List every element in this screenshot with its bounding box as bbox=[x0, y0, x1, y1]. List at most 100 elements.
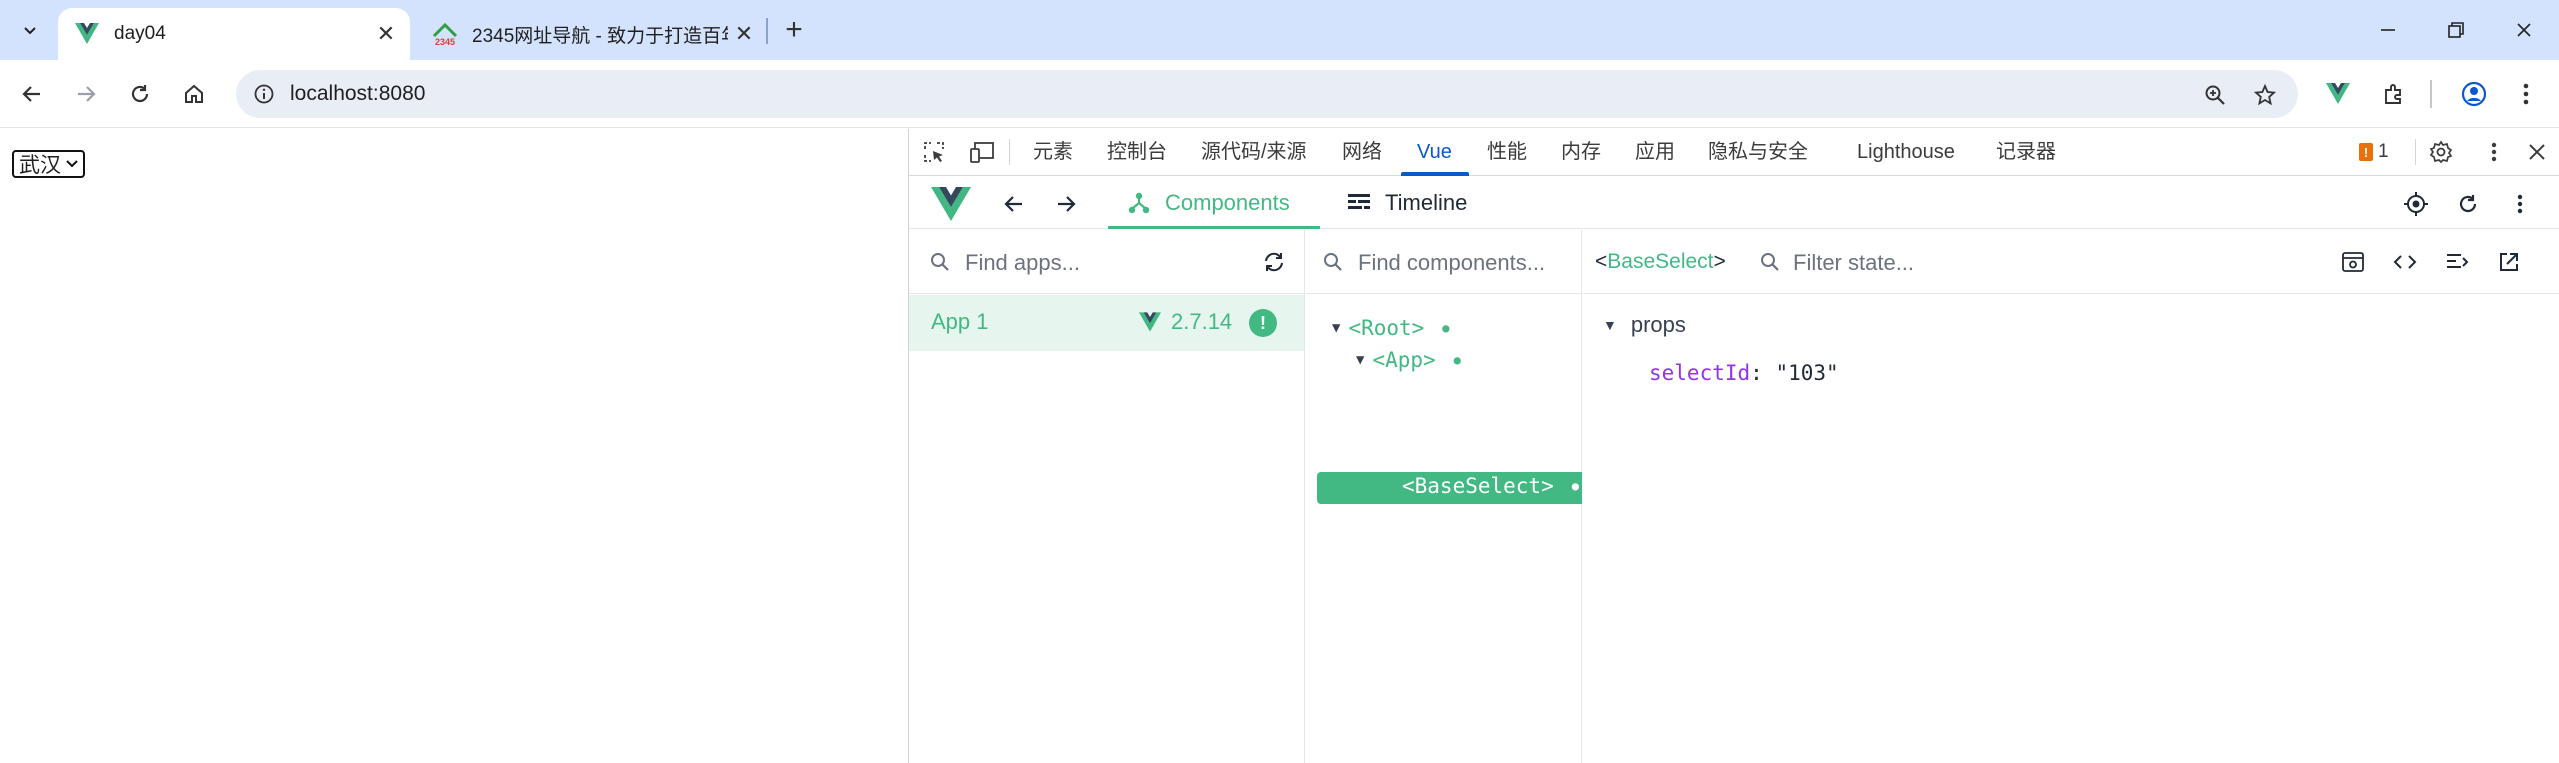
tree-node-dot: ● bbox=[1453, 353, 1461, 367]
app-warning-icon[interactable]: ! bbox=[1249, 309, 1277, 337]
2345-logo-icon: 2345 bbox=[432, 21, 458, 47]
tree-node-root[interactable]: ▼ <Root> ● bbox=[1332, 316, 1450, 340]
home-icon[interactable] bbox=[174, 74, 214, 114]
app-name: App 1 bbox=[931, 309, 989, 334]
browser-menu-kebab-icon[interactable] bbox=[2506, 74, 2546, 114]
tab-network[interactable]: 网络 bbox=[1342, 129, 1382, 176]
tab-search-chevron-icon[interactable] bbox=[12, 12, 48, 48]
browser-toolbar: localhost:8080 bbox=[0, 60, 2559, 128]
tab-separator bbox=[766, 18, 768, 44]
tab-recorder[interactable]: 记录器 bbox=[1996, 129, 2056, 176]
expand-triangle-icon[interactable]: ▼ bbox=[1332, 320, 1340, 336]
component-tree-pane: Find components... ▼ <Root> ● ▼ <App> ● … bbox=[1306, 230, 1582, 763]
history-forward-arrow-icon[interactable] bbox=[1049, 187, 1083, 221]
issues-count: 1 bbox=[2378, 141, 2389, 162]
tab-memory[interactable]: 内存 bbox=[1561, 129, 1601, 176]
active-tab-indicator bbox=[1401, 172, 1469, 176]
settings-gear-icon[interactable] bbox=[2426, 137, 2456, 167]
tab-vue[interactable]: Vue bbox=[1417, 129, 1452, 176]
issues-badge[interactable]: ! 1 bbox=[2359, 139, 2389, 165]
timeline-icon bbox=[1347, 192, 1371, 214]
inspect-dom-code-icon[interactable] bbox=[2389, 246, 2421, 278]
components-search[interactable]: Find components... bbox=[1306, 230, 1581, 294]
vue-devtools-extension-icon[interactable] bbox=[2318, 74, 2358, 114]
apps-search[interactable]: Find apps... bbox=[909, 230, 1304, 294]
city-select-value: 武汉 bbox=[19, 153, 61, 177]
forward-arrow-icon[interactable] bbox=[66, 74, 106, 114]
tab-performance[interactable]: 性能 bbox=[1487, 129, 1527, 176]
open-in-editor-icon[interactable] bbox=[2441, 246, 2473, 278]
address-bar[interactable]: localhost:8080 bbox=[236, 70, 2298, 118]
browser-tab-strip: day04 ✕ 2345 2345网址导航 - 致力于打造百年 ✕ + bbox=[0, 0, 2559, 60]
tab-console[interactable]: 控制台 bbox=[1107, 129, 1167, 176]
refresh-icon[interactable] bbox=[2451, 187, 2485, 221]
extensions-puzzle-icon[interactable] bbox=[2374, 74, 2414, 114]
minimize-icon[interactable] bbox=[2354, 0, 2422, 60]
profile-avatar-icon[interactable] bbox=[2454, 74, 2494, 114]
tree-node-dot: ● bbox=[1571, 479, 1579, 493]
devtools-menu-kebab-icon[interactable] bbox=[2479, 137, 2509, 167]
new-tab-plus-icon[interactable]: + bbox=[776, 12, 812, 48]
device-toolbar-icon[interactable] bbox=[967, 137, 997, 167]
refresh-apps-icon[interactable] bbox=[1258, 246, 1290, 278]
state-inspector-pane: <BaseSelect> Filter state... ▼ props sel… bbox=[1583, 230, 2559, 763]
prop-value[interactable]: "103" bbox=[1775, 361, 1838, 385]
tab-title: day04 bbox=[114, 23, 166, 44]
tab-elements[interactable]: 元素 bbox=[1033, 129, 1073, 176]
tab-lighthouse[interactable]: Lighthouse bbox=[1857, 129, 1955, 176]
select-component-target-icon[interactable] bbox=[2399, 187, 2433, 221]
scroll-to-component-icon[interactable] bbox=[2337, 246, 2369, 278]
prop-row[interactable]: selectId: "103" bbox=[1649, 361, 1839, 385]
props-section-header[interactable]: ▼ props bbox=[1603, 312, 1686, 338]
components-search-placeholder: Find components... bbox=[1358, 250, 1546, 275]
tab-application[interactable]: 应用 bbox=[1635, 129, 1675, 176]
devtools-separator bbox=[1009, 139, 1010, 165]
devtools-close-icon[interactable] bbox=[2522, 137, 2552, 167]
app-version: 2.7.14 bbox=[1139, 309, 1232, 335]
vue-menu-kebab-icon[interactable] bbox=[2503, 187, 2537, 221]
browser-tab-2345[interactable]: 2345 2345网址导航 - 致力于打造百年 ✕ bbox=[416, 8, 768, 60]
vue-logo-icon bbox=[1139, 312, 1161, 332]
app-version-text: 2.7.14 bbox=[1171, 309, 1233, 334]
search-icon bbox=[1320, 249, 1346, 275]
tree-node-app[interactable]: ▼ <App> ● bbox=[1356, 348, 1461, 372]
app-list-item[interactable]: App 1 2.7.14 ! bbox=[909, 295, 1304, 351]
vue-tab-components[interactable]: Components bbox=[1127, 177, 1290, 229]
prop-key: selectId bbox=[1649, 361, 1751, 385]
tree-node-label: <Root> bbox=[1348, 316, 1425, 340]
city-select[interactable]: 武汉 bbox=[12, 150, 85, 178]
state-filter-input[interactable]: Filter state... bbox=[1793, 250, 1914, 276]
tree-node-label: <App> bbox=[1372, 348, 1436, 372]
expand-triangle-icon[interactable]: ▼ bbox=[1356, 352, 1364, 368]
url-text: localhost:8080 bbox=[290, 82, 426, 105]
reload-icon[interactable] bbox=[120, 74, 160, 114]
bookmark-star-icon[interactable] bbox=[2250, 80, 2280, 110]
expand-triangle-icon[interactable]: ▼ bbox=[1603, 317, 1617, 333]
zoom-icon[interactable] bbox=[2200, 80, 2230, 110]
tab-title: 2345网址导航 - 致力于打造百年 bbox=[472, 25, 728, 47]
inspect-element-icon[interactable] bbox=[919, 137, 949, 167]
svg-text:2345: 2345 bbox=[435, 37, 455, 46]
site-info-icon[interactable] bbox=[250, 80, 278, 108]
search-icon bbox=[1757, 249, 1783, 275]
selected-component-label: BaseSelect bbox=[1607, 250, 1714, 273]
tab-privacy-security[interactable]: 隐私与安全 bbox=[1708, 129, 1808, 176]
tab-close-icon[interactable]: ✕ bbox=[370, 18, 402, 50]
vue-tab-timeline-label: Timeline bbox=[1385, 190, 1468, 215]
tab-close-icon[interactable]: ✕ bbox=[728, 18, 760, 50]
back-arrow-icon[interactable] bbox=[12, 74, 52, 114]
restore-icon[interactable] bbox=[2422, 0, 2490, 60]
window-close-icon[interactable] bbox=[2490, 0, 2558, 60]
tree-node-baseselect[interactable]: <BaseSelect> ● bbox=[1402, 474, 1579, 498]
tab-sources[interactable]: 源代码/来源 bbox=[1201, 129, 1307, 176]
tree-node-label: <BaseSelect> bbox=[1402, 474, 1554, 498]
components-icon bbox=[1127, 191, 1151, 215]
chevron-down-icon bbox=[65, 159, 79, 169]
vue-tab-timeline[interactable]: Timeline bbox=[1347, 177, 1467, 229]
apps-search-placeholder: Find apps... bbox=[965, 250, 1080, 275]
browser-tab-day04[interactable]: day04 ✕ bbox=[58, 8, 410, 60]
devtools-separator bbox=[2415, 139, 2416, 165]
selected-component-name: <BaseSelect> bbox=[1595, 250, 1726, 273]
open-external-icon[interactable] bbox=[2493, 246, 2525, 278]
history-back-arrow-icon[interactable] bbox=[997, 187, 1031, 221]
